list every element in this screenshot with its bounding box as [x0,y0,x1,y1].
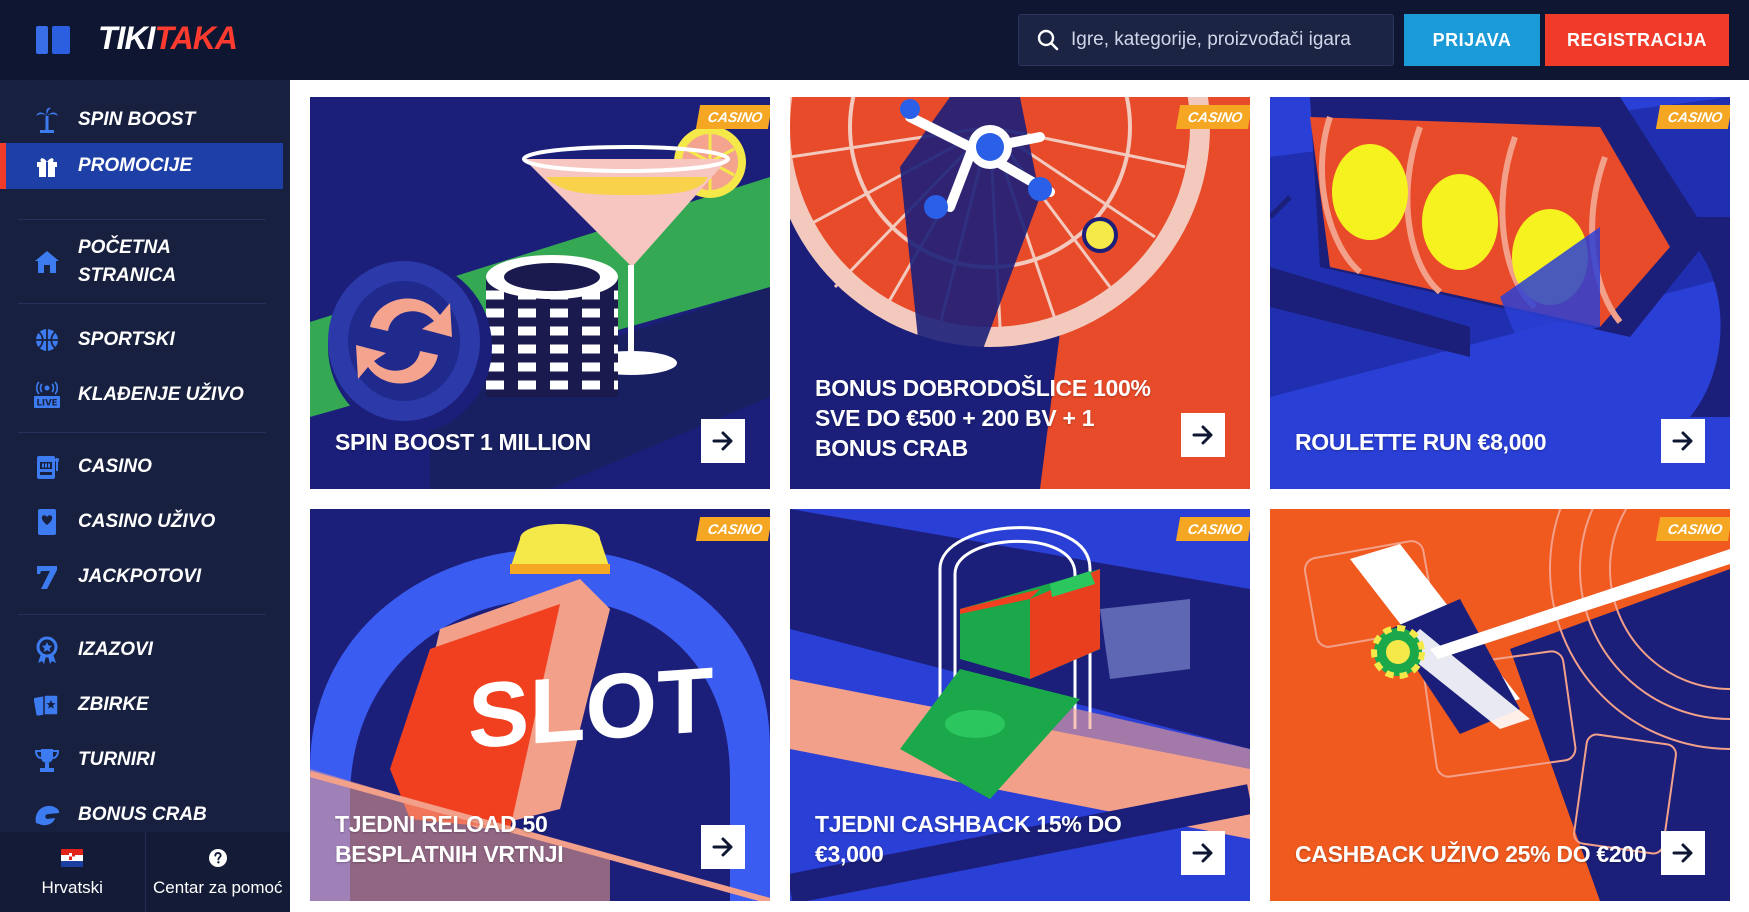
category-badge: CASINO [1175,105,1250,129]
category-badge: CASINO [695,517,770,541]
gift-icon [30,149,64,183]
sidebar-item-label: PROMOCIJE [78,155,193,176]
sidebar-item-jackpotovi[interactable]: JACKPOTOVI [18,552,283,602]
promo-card-weekly-reload[interactable]: SLOT CASINO TJEDNI RELOAD 50 BESPLATNIH … [310,509,770,901]
logo[interactable]: TIKITAKA [98,20,238,57]
promo-card-roulette-run[interactable]: CASINO ROULETTE RUN €8,000 [1270,97,1730,489]
crab-claw-icon [30,798,64,832]
promo-title: BONUS DOBRODOŠLICE 100% SVE DO €500 + 20… [815,375,1151,461]
arrow-right-icon [712,431,733,451]
live-icon: LIVE [30,378,64,412]
search-box[interactable] [1018,14,1394,66]
medal-icon [30,633,64,667]
sidebar-item-label: KLAĐENJE UŽIVO [78,384,244,405]
arrow-right-icon [1672,843,1693,863]
cards-collection-icon [30,688,64,722]
sidebar-item-label: ZBIRKE [78,694,149,715]
sidebar-item-zbirke[interactable]: ZBIRKE [18,680,283,730]
sidebar-item-label: SPIN BOOST [78,109,196,130]
slot-sign-text: SLOT [468,648,713,768]
register-button[interactable]: REGISTRACIJA [1545,14,1729,66]
sidebar-item-sportski[interactable]: SPORTSKI [18,315,283,365]
login-button[interactable]: PRIJAVA [1404,14,1540,66]
divider [18,219,266,220]
home-icon [30,245,64,279]
arrow-right-icon [1192,843,1213,863]
trophy-icon [30,743,64,777]
seven-icon [30,560,64,594]
sidebar-item-spin-boost[interactable]: SPIN BOOST [18,94,283,146]
sidebar-item-label: JACKPOTOVI [78,566,202,587]
playing-card-icon [30,505,64,539]
arrow-right-button[interactable] [1661,419,1705,463]
promo-title: SPIN BOOST 1 MILLION [335,429,591,455]
category-badge: CASINO [1175,517,1250,541]
arrow-right-button[interactable] [701,419,745,463]
top-bar: TIKITAKA PRIJAVA REGISTRACIJA [0,0,1749,80]
slot-machine-icon [30,450,64,484]
category-badge: CASINO [1655,105,1730,129]
basketball-icon [30,323,64,357]
sidebar-item-label: POČETNA STRANICA [78,237,177,286]
sidebar: SPIN BOOST PROMOCIJE POČETNA STRANICA SP… [0,80,290,912]
sidebar-footer: Hrvatski Centar za pomoć [0,832,290,912]
sidebar-item-label: SPORTSKI [78,329,175,350]
promo-title: TJEDNI RELOAD 50 BESPLATNIH VRTNJI [335,811,564,867]
sidebar-item-label: BONUS CRAB [78,804,207,825]
arrow-right-icon [712,837,733,857]
arrow-right-button[interactable] [1181,831,1225,875]
promo-title: ROULETTE RUN €8,000 [1295,429,1547,455]
search-input[interactable] [1071,29,1391,51]
sidebar-item-label: CASINO UŽIVO [78,511,216,532]
promo-card-weekly-cashback[interactable]: CASINO TJEDNI CASHBACK 15% DO €3,000 [790,509,1250,901]
question-circle-icon [208,846,228,870]
promo-card-welcome-bonus[interactable]: CASINO BONUS DOBRODOŠLICE 100% SVE DO €5… [790,97,1250,489]
sidebar-item-label: CASINO [78,456,152,477]
arrow-right-button[interactable] [701,825,745,869]
help-center-button[interactable]: Centar za pomoć [146,832,291,912]
sidebar-item-label: TURNIRI [78,749,156,770]
sidebar-item-turniri[interactable]: TURNIRI [18,735,283,785]
promo-card-spin-boost[interactable]: CASINO SPIN BOOST 1 MILLION [310,97,770,489]
menu-toggle-icon[interactable] [36,26,70,54]
category-badge: CASINO [695,105,770,129]
language-label: Hrvatski [41,878,103,897]
sidebar-item-promocije[interactable]: PROMOCIJE [0,143,283,189]
arrow-right-button[interactable] [1181,413,1225,457]
divider [18,303,266,304]
croatia-flag-icon [61,846,84,870]
live-icon-text: LIVE [37,399,58,409]
sidebar-item-label: IZAZOVI [78,639,153,660]
sidebar-item-izazovi[interactable]: IZAZOVI [18,625,283,675]
arrow-right-button[interactable] [1661,831,1705,875]
help-center-label: Centar za pomoć [153,878,283,897]
search-icon [1037,29,1059,51]
promo-title: CASHBACK UŽIVO 25% DO €200 [1295,841,1647,867]
sidebar-item-casino-uzivo[interactable]: CASINO UŽIVO [18,497,283,547]
promo-card-live-cashback[interactable]: CASINO CASHBACK UŽIVO 25% DO €200 [1270,509,1730,901]
divider [18,614,266,615]
sidebar-item-casino[interactable]: CASINO [18,442,283,492]
arrow-right-icon [1192,425,1213,445]
sidebar-item-kladenje-uzivo[interactable]: LIVE KLAĐENJE UŽIVO [18,370,283,420]
sidebar-item-pocetna-stranica[interactable]: POČETNA STRANICA [18,230,283,294]
promo-title: TJEDNI CASHBACK 15% DO €3,000 [815,811,1122,867]
arrow-right-icon [1672,431,1693,451]
divider [18,432,266,433]
language-selector[interactable]: Hrvatski [0,832,145,912]
category-badge: CASINO [1655,517,1730,541]
palm-tree-icon [30,103,64,137]
